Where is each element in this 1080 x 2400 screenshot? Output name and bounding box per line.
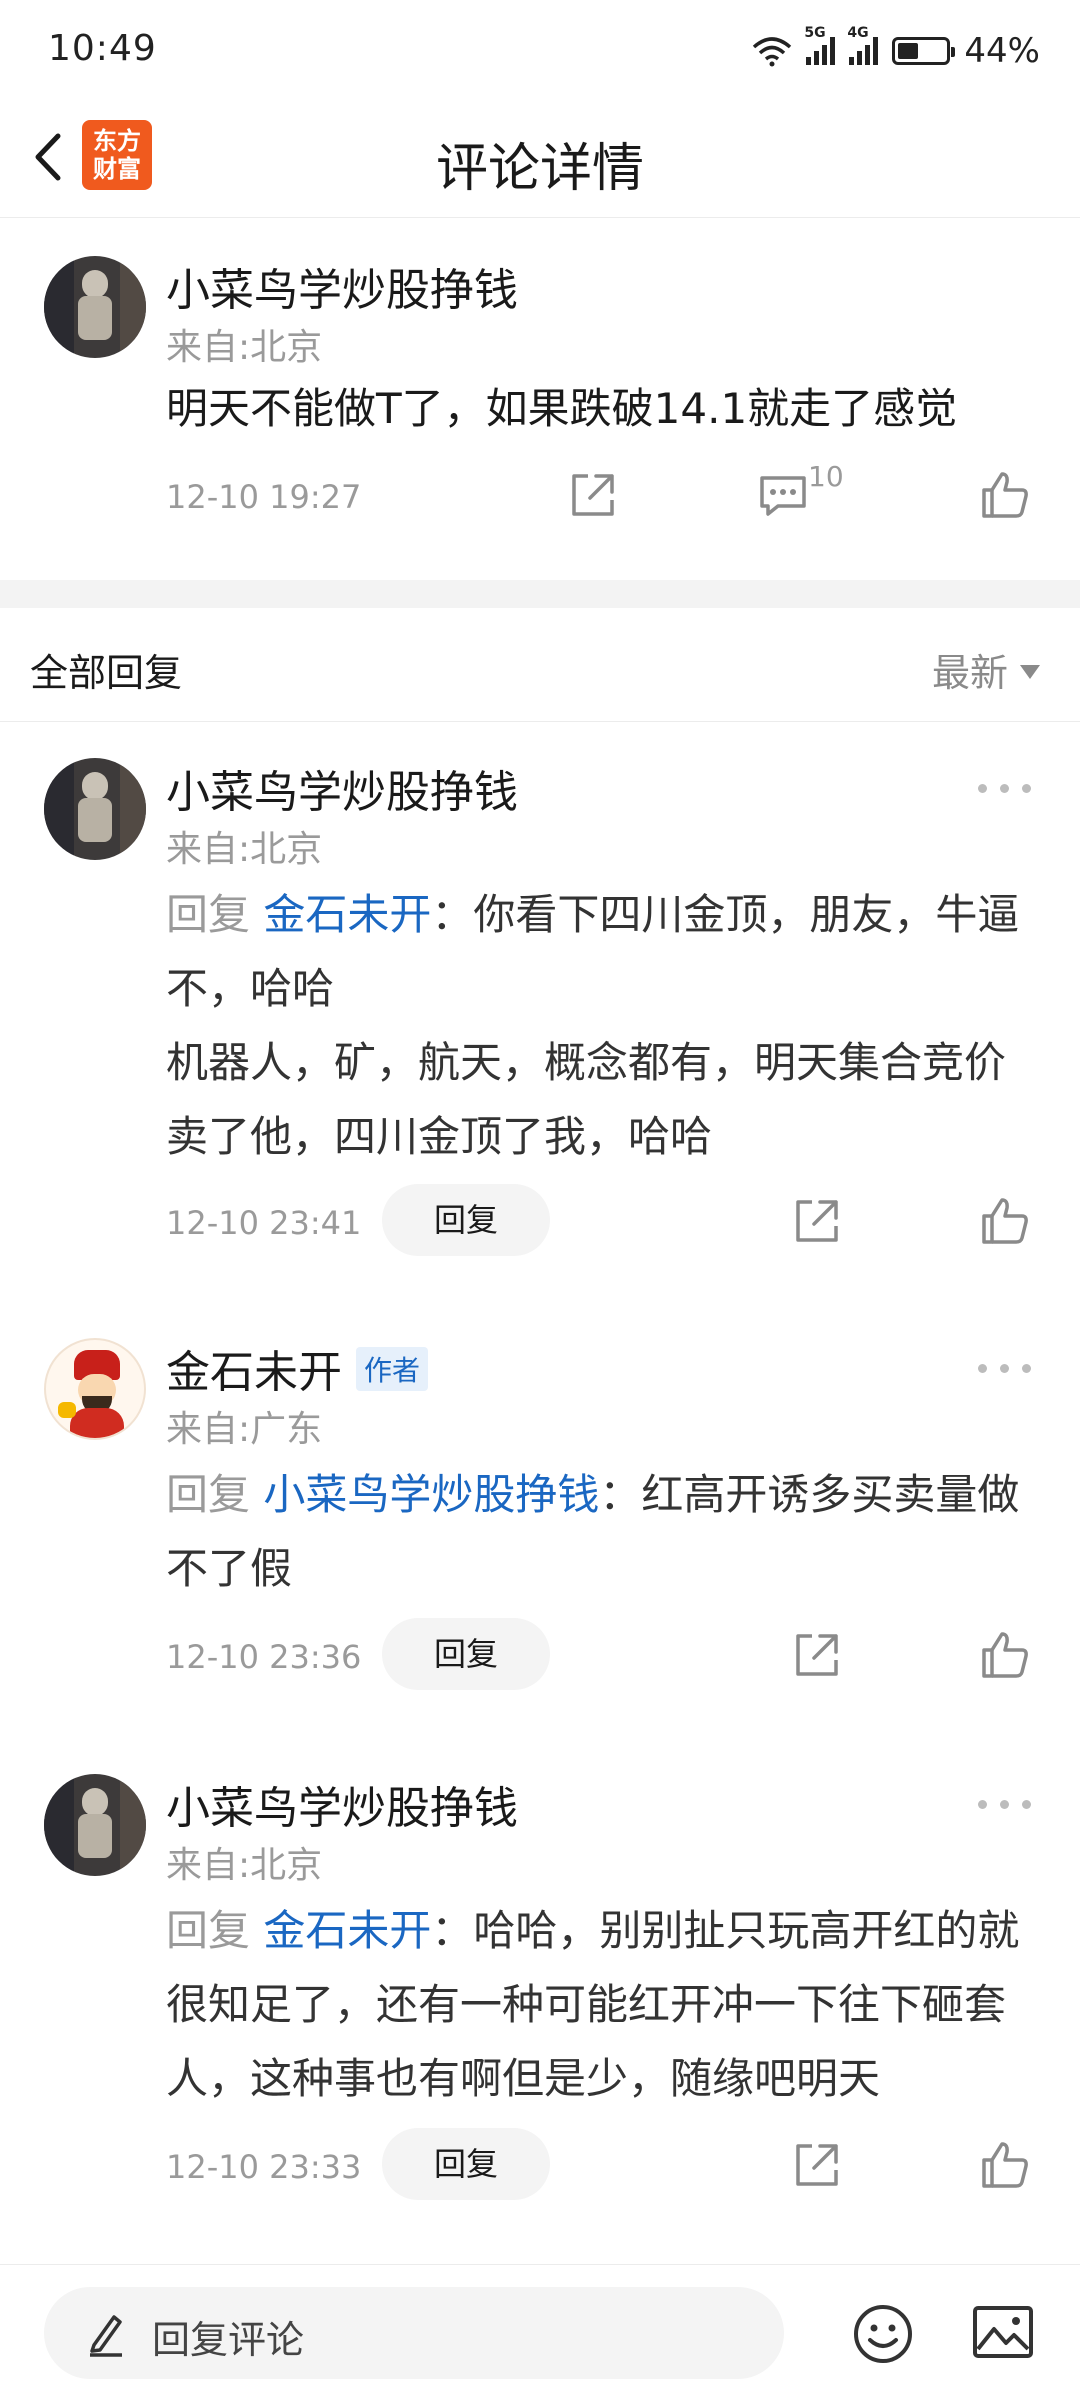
- reply-item: 金石未开 作者 来自:广东 回复 小菜鸟学炒股挣钱：红高开诱多买卖量做不了假 12…: [0, 1302, 1080, 1722]
- avatar[interactable]: [44, 758, 146, 860]
- replies-header: 全部回复 最新: [0, 608, 1080, 722]
- sort-label: 最新: [931, 651, 1008, 695]
- emoji-icon[interactable]: [852, 2303, 914, 2365]
- reply-input-placeholder: 回复评论: [152, 2318, 305, 2362]
- reply-target-link[interactable]: 小菜鸟学炒股挣钱: [263, 1470, 599, 1519]
- more-icon[interactable]: [978, 782, 1032, 796]
- reply-input[interactable]: 回复评论: [44, 2287, 784, 2379]
- page-title: 评论详情: [435, 139, 644, 199]
- reply-content: 回复 金石未开：你看下四川金顶，朋友，牛逼不，哈哈: [166, 890, 1020, 1013]
- like-icon[interactable]: [978, 1628, 1032, 1682]
- comment-icon[interactable]: [756, 468, 810, 522]
- location-label: 来自:北京: [166, 1845, 323, 1886]
- bottom-bar: 回复评论: [0, 2264, 1080, 2400]
- status-icons: 5G 4G 44%: [752, 25, 1040, 74]
- share-icon[interactable]: [790, 1628, 844, 1682]
- location-label: 来自:北京: [166, 829, 323, 870]
- timestamp: 12-10 23:41: [166, 1204, 362, 1242]
- wifi-icon: [753, 37, 792, 67]
- username[interactable]: 小菜鸟学炒股挣钱: [166, 1772, 518, 1836]
- like-icon[interactable]: [978, 1194, 1032, 1248]
- share-icon[interactable]: [790, 1194, 844, 1248]
- status-time: 10:49: [48, 28, 157, 69]
- caret-down-icon: [1020, 664, 1040, 679]
- status-bar: 10:49 5G 4G 44%: [0, 0, 1080, 100]
- more-icon[interactable]: [978, 1798, 1032, 1812]
- author-badge: 作者: [356, 1347, 429, 1391]
- avatar[interactable]: [44, 1774, 146, 1876]
- reply-content-extra: 机器人，矿，航天，概念都有，明天集合竞价卖了他，四川金顶了我，哈哈: [166, 1038, 1007, 1161]
- nav-bar: 东方 财富 评论详情: [0, 100, 1080, 218]
- battery-percent: 44%: [964, 31, 1040, 71]
- timestamp: 12-10 23:33: [166, 2148, 362, 2186]
- pencil-icon: [90, 2315, 122, 2357]
- username[interactable]: 金石未开 作者: [166, 1336, 429, 1400]
- reply-item: 小菜鸟学炒股挣钱 来自:北京 回复 金石未开：你看下四川金顶，朋友，牛逼不，哈哈…: [0, 722, 1080, 1282]
- username[interactable]: 小菜鸟学炒股挣钱: [166, 756, 518, 820]
- reply-content: 回复 金石未开：哈哈，别别扯只玩高开红的就很知足了，还有一种可能红开冲一下往下砸…: [166, 1906, 1020, 2103]
- main-comment: 小菜鸟学炒股挣钱 来自:北京 明天不能做T了，如果跌破14.1就走了感觉 12-…: [0, 220, 1080, 580]
- reply-count: 10: [808, 460, 844, 493]
- reply-button[interactable]: 回复: [382, 1618, 550, 1690]
- battery-icon: [892, 37, 956, 65]
- share-icon[interactable]: [566, 468, 620, 522]
- signal-5g-icon: 5G: [804, 25, 836, 65]
- section-divider: [0, 580, 1080, 608]
- avatar[interactable]: [44, 1338, 146, 1440]
- location-label: 来自:广东: [166, 1409, 323, 1450]
- avatar[interactable]: [44, 256, 146, 358]
- reply-target-link[interactable]: 金石未开: [263, 890, 431, 939]
- reply-button[interactable]: 回复: [382, 1184, 550, 1256]
- image-icon[interactable]: [972, 2305, 1034, 2359]
- like-icon[interactable]: [978, 2138, 1032, 2192]
- timestamp: 12-10 23:36: [166, 1638, 362, 1676]
- username[interactable]: 小菜鸟学炒股挣钱: [166, 254, 518, 318]
- signal-4g-icon: 4G: [847, 25, 879, 65]
- more-icon[interactable]: [978, 1362, 1032, 1376]
- reply-item: 小菜鸟学炒股挣钱 来自:北京 回复 金石未开：哈哈，别别扯只玩高开红的就很知足了…: [0, 1738, 1080, 2238]
- sort-dropdown[interactable]: 最新: [932, 642, 1040, 697]
- share-icon[interactable]: [790, 2138, 844, 2192]
- reply-content: 回复 小菜鸟学炒股挣钱：红高开诱多买卖量做不了假: [166, 1470, 1020, 1593]
- comment-content: 明天不能做T了，如果跌破14.1就走了感觉: [166, 384, 958, 433]
- location-label: 来自:北京: [166, 327, 323, 368]
- replies-title: 全部回复: [30, 651, 183, 695]
- like-icon[interactable]: [978, 468, 1032, 522]
- timestamp: 12-10 19:27: [166, 478, 362, 516]
- reply-button[interactable]: 回复: [382, 2128, 550, 2200]
- reply-target-link[interactable]: 金石未开: [263, 1906, 431, 1955]
